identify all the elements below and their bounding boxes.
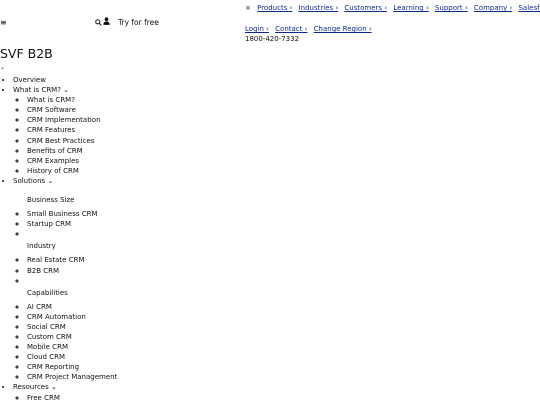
close-icon[interactable]: × bbox=[245, 4, 251, 12]
submenu-item[interactable]: CRM Reporting bbox=[27, 362, 117, 372]
nav-learning-link[interactable]: Learning › bbox=[393, 4, 428, 12]
submenu-solutions-business-size: Small Business CRM Startup CRM Industry … bbox=[13, 209, 117, 382]
submenu-group-capabilities bbox=[27, 276, 117, 286]
contact-link[interactable]: Contact › bbox=[275, 25, 307, 33]
try-for-free-link[interactable]: Try for free bbox=[118, 18, 159, 28]
nav-products-link[interactable]: Products › bbox=[257, 4, 292, 12]
submenu-item[interactable]: CRM Examples bbox=[27, 156, 117, 166]
submenu-item[interactable]: CRM Software bbox=[27, 105, 117, 115]
group-heading-industry: Industry bbox=[27, 242, 56, 251]
nav-company-link[interactable]: Company › bbox=[474, 4, 512, 12]
submenu-solutions: Business Size bbox=[13, 193, 117, 209]
submenu-item[interactable]: History of CRM bbox=[27, 166, 117, 176]
submenu-group-industry bbox=[27, 229, 117, 239]
brand-title: SVF B2B bbox=[0, 46, 53, 61]
login-link[interactable]: Login › bbox=[245, 25, 269, 33]
submenu-item[interactable]: CRM Features bbox=[27, 125, 117, 135]
menu-group-resources: Resources ⌄ Free CRM bbox=[13, 382, 117, 402]
submenu-item[interactable]: Benefits of CRM bbox=[27, 146, 117, 156]
submenu-item[interactable]: Free CRM bbox=[27, 393, 117, 403]
menu-toggle-solutions[interactable]: Solutions ⌄ bbox=[13, 177, 53, 185]
submenu-item[interactable]: Cloud CRM bbox=[27, 352, 117, 362]
group-business-size: Business Size bbox=[27, 193, 117, 209]
menu-group-what-is-crm: What is CRM? ⌄ What is CRM? CRM Software… bbox=[13, 85, 117, 176]
submenu-item[interactable]: What is CRM? bbox=[27, 95, 117, 105]
chevron-down-icon[interactable]: ⌄ bbox=[0, 64, 5, 72]
submenu-item[interactable]: Mobile CRM bbox=[27, 342, 117, 352]
search-icon[interactable] bbox=[95, 18, 102, 28]
submenu-item[interactable]: Social CRM bbox=[27, 322, 117, 332]
change-region-link[interactable]: Change Region › bbox=[314, 25, 372, 33]
user-icon[interactable] bbox=[103, 17, 110, 28]
menu-group-solutions: Solutions ⌄ Business Size Small Business… bbox=[13, 176, 117, 383]
nav-industries-link[interactable]: Industries › bbox=[299, 4, 339, 12]
submenu-item[interactable]: CRM Project Management bbox=[27, 372, 117, 382]
hamburger-icon[interactable]: ≡ bbox=[0, 18, 7, 28]
utility-navigation: Login › Contact › Change Region › bbox=[245, 24, 376, 34]
submenu-item[interactable]: Real Estate CRM bbox=[27, 255, 117, 265]
submenu-item[interactable]: CRM Best Practices bbox=[27, 136, 117, 146]
phone-number: 1800-420-7332 bbox=[245, 35, 300, 43]
nav-salesforce-plus-link[interactable]: Salesforce+ › bbox=[518, 4, 540, 12]
submenu-item[interactable]: Small Business CRM bbox=[27, 209, 117, 219]
nav-support-link[interactable]: Support › bbox=[435, 4, 468, 12]
submenu-item[interactable]: B2B CRM bbox=[27, 266, 117, 276]
group-heading-business-size: Business Size bbox=[27, 196, 75, 205]
group-capabilities: Capabilities bbox=[27, 286, 117, 302]
menu-toggle-what-is-crm[interactable]: What is CRM? ⌄ bbox=[13, 86, 69, 94]
submenu-item[interactable]: AI CRM bbox=[27, 302, 117, 312]
top-navigation: × Products › Industries › Customers › Le… bbox=[245, 3, 540, 13]
menu-toggle-resources[interactable]: Resources ⌄ bbox=[13, 383, 57, 391]
menu-item-overview[interactable]: Overview bbox=[13, 75, 117, 85]
submenu-item[interactable]: Custom CRM bbox=[27, 332, 117, 342]
submenu-resources: Free CRM bbox=[13, 393, 117, 403]
submenu-item[interactable]: CRM Automation bbox=[27, 312, 117, 322]
group-industry: Industry bbox=[27, 239, 117, 255]
submenu-what-is-crm: What is CRM? CRM Software CRM Implementa… bbox=[13, 95, 117, 176]
menu-tree: Overview What is CRM? ⌄ What is CRM? CRM… bbox=[0, 75, 117, 403]
group-heading-capabilities: Capabilities bbox=[27, 288, 68, 297]
nav-customers-link[interactable]: Customers › bbox=[344, 4, 387, 12]
submenu-item[interactable]: Startup CRM bbox=[27, 219, 117, 229]
submenu-item[interactable]: CRM Implementation bbox=[27, 115, 117, 125]
